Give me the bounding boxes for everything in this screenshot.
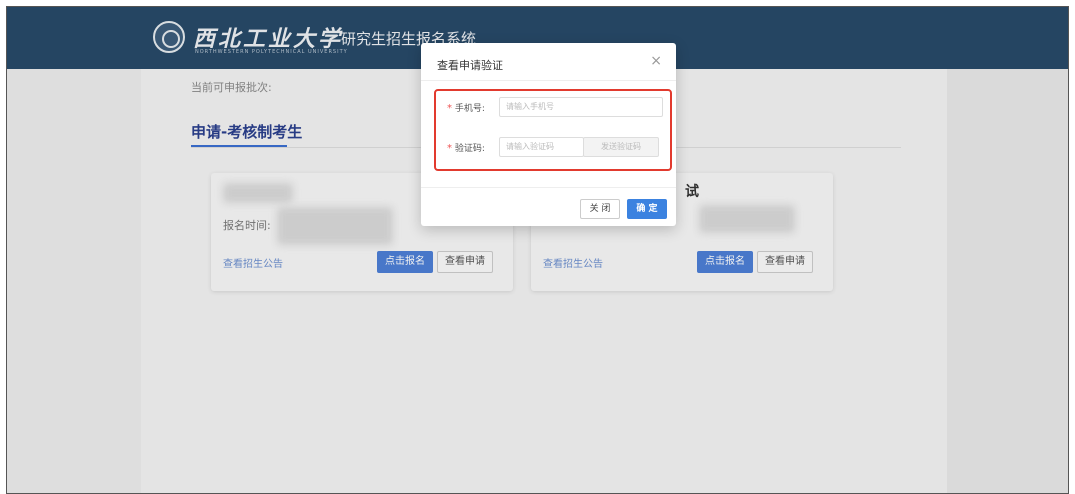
phone-label-text: 手机号: bbox=[454, 104, 485, 114]
dialog-header-divider bbox=[421, 80, 676, 81]
send-code-button[interactable]: 发送验证码 bbox=[583, 137, 659, 157]
close-icon[interactable]: × bbox=[650, 53, 662, 69]
required-mark: * bbox=[447, 103, 452, 114]
cancel-button[interactable]: 关 闭 bbox=[580, 199, 620, 219]
browser-frame: 西北工业大学 NORTHWESTERN POLYTECHNICAL UNIVER… bbox=[6, 6, 1069, 494]
dialog-title: 查看申请验证 bbox=[437, 59, 503, 72]
confirm-button[interactable]: 确 定 bbox=[627, 199, 667, 219]
phone-input[interactable]: 请输入手机号 bbox=[499, 97, 663, 117]
dialog-footer-divider bbox=[421, 187, 676, 188]
code-label-text: 验证码: bbox=[454, 144, 485, 154]
phone-label: * 手机号: bbox=[447, 101, 485, 114]
code-input[interactable]: 请输入验证码 bbox=[499, 137, 584, 157]
code-label: * 验证码: bbox=[447, 141, 485, 154]
verification-dialog: 查看申请验证 × * 手机号: 请输入手机号 * 验证码: 请输入验证码 发送验… bbox=[421, 43, 676, 226]
required-mark: * bbox=[447, 143, 452, 154]
